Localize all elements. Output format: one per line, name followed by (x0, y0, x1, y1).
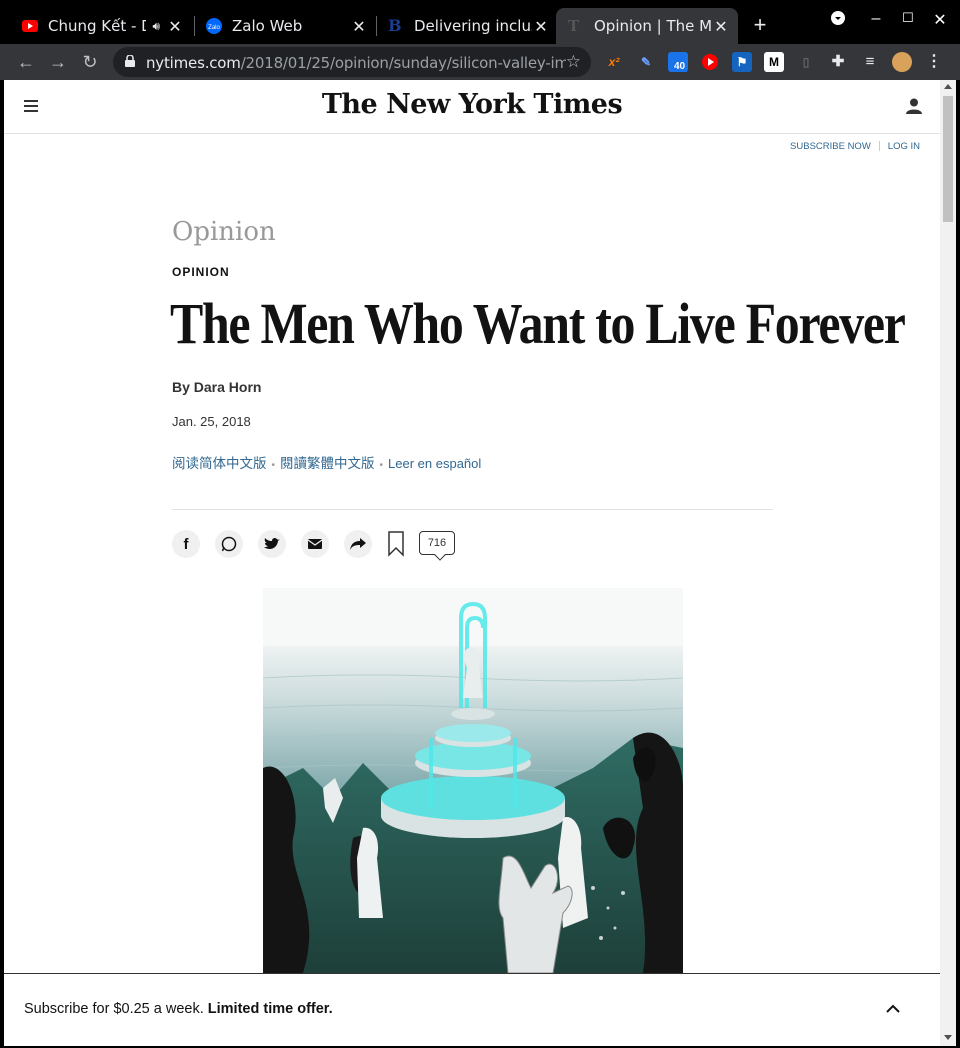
nyt-masthead-logo[interactable]: The New York Times (4, 89, 940, 120)
youtube-icon (22, 20, 38, 32)
extension-badge: 40 (672, 61, 688, 72)
email-share-button[interactable] (301, 530, 329, 558)
browser-toolbar: ← → ↻ nytimes.com/2018/01/25/opinion/sun… (0, 44, 960, 80)
puzzle-icon[interactable]: ✚ (828, 52, 848, 72)
back-button[interactable]: ← (14, 50, 38, 74)
twitter-share-button[interactable] (258, 530, 286, 558)
b-icon: B (388, 16, 402, 35)
nyt-icon: T (568, 17, 580, 35)
tab-strip: Chung Kết - D 🔊︎ ✕ Zalo Zalo Web ✕ B Del… (0, 0, 960, 44)
zalo-icon: Zalo (206, 18, 222, 34)
limited-offer-label: Limited time offer. (207, 1001, 333, 1017)
tab-nyt[interactable]: T Opinion | The Me ✕ (556, 8, 738, 44)
reload-button[interactable]: ↻ (78, 50, 102, 74)
bookmark-star-icon[interactable]: ☆ (566, 52, 581, 72)
maximize-button[interactable]: ☐ (896, 10, 920, 26)
forward-button[interactable]: → (46, 50, 70, 74)
flag-extension-icon[interactable]: ⚑ (732, 52, 752, 72)
superscript-extension-icon[interactable]: x² (604, 52, 624, 72)
close-tab-icon[interactable]: ✕ (712, 17, 730, 36)
tab-title: Chung Kết - D (48, 17, 147, 35)
url-text: nytimes.com/2018/01/25/opinion/sunday/si… (146, 54, 566, 72)
address-bar[interactable]: nytimes.com/2018/01/25/opinion/sunday/si… (113, 47, 591, 77)
share-arrow-icon (350, 538, 366, 550)
close-window-button[interactable]: ✕ (928, 10, 952, 30)
new-tab-button[interactable]: + (748, 12, 772, 40)
envelope-icon (308, 539, 322, 549)
media-control-icon[interactable]: ≡ (860, 52, 880, 72)
article-illustration[interactable] (263, 588, 683, 973)
spanish-link[interactable]: Leer en español (388, 456, 481, 471)
divider (172, 509, 773, 510)
tab-title: Delivering inclusi (414, 17, 532, 35)
scroll-up-arrow-icon[interactable] (944, 84, 952, 89)
comment-count: 716 (427, 537, 447, 549)
calendar-extension-icon[interactable]: 40 (668, 52, 688, 72)
subscribe-price: Subscribe for $0.25 a week. (24, 1001, 204, 1017)
article-headline: The Men Who Want to Live Forever (170, 291, 906, 356)
close-tab-icon[interactable]: ✕ (166, 17, 184, 36)
section-label[interactable]: OPINION (172, 265, 230, 279)
play-icon (702, 54, 718, 70)
speaker-icon[interactable]: 🔊︎ (152, 19, 160, 34)
profile-avatar[interactable] (892, 52, 912, 72)
subscribe-banner[interactable]: Subscribe for $0.25 a week. Limited time… (4, 973, 940, 1046)
tab-youtube[interactable]: Chung Kết - D 🔊︎ ✕ (0, 8, 192, 44)
bookmark-icon[interactable] (388, 531, 404, 557)
comments-button[interactable]: 716 (419, 531, 455, 561)
subscribe-now-link[interactable]: SUBSCRIBE NOW (790, 141, 871, 152)
webpage: The New York Times SUBSCRIBE NOW LOG IN O… (4, 80, 940, 1046)
more-share-button[interactable] (344, 530, 372, 558)
publish-date: Jan. 25, 2018 (172, 414, 251, 429)
bookmark-extension-icon[interactable]: ▯ (796, 52, 816, 72)
link-divider (878, 141, 880, 152)
svg-text:Zalo: Zalo (208, 25, 220, 31)
nyt-header: The New York Times (4, 80, 940, 134)
tab-zalo[interactable]: Zalo Zalo Web ✕ (184, 8, 376, 44)
browser-window: Chung Kết - D 🔊︎ ✕ Zalo Zalo Web ✕ B Del… (0, 0, 960, 1048)
facebook-icon: f (183, 535, 189, 553)
lock-icon (125, 55, 135, 67)
scroll-down-arrow-icon[interactable] (944, 1035, 952, 1040)
byline: By Dara Horn (172, 379, 262, 395)
whatsapp-icon (221, 536, 237, 552)
tab-title: Opinion | The Me (594, 17, 712, 35)
opinion-kicker[interactable]: Opinion (172, 217, 276, 247)
pen-extension-icon[interactable]: ✎ (636, 52, 656, 72)
close-tab-icon[interactable]: ✕ (532, 17, 550, 36)
dot-separator: • (379, 460, 384, 471)
translation-links: 阅读简体中文版 • 閱讀繁體中文版 • Leer en español (172, 452, 481, 472)
scrollbar-thumb[interactable] (943, 96, 953, 222)
page-scrollbar[interactable] (940, 80, 956, 1046)
minimize-button[interactable]: – (864, 10, 888, 28)
whatsapp-share-button[interactable] (215, 530, 243, 558)
tab-delivering[interactable]: B Delivering inclusi ✕ (366, 8, 558, 44)
chevron-down-icon (831, 11, 845, 25)
traditional-chinese-link[interactable]: 閱讀繁體中文版 (280, 456, 375, 471)
facebook-share-button[interactable]: f (172, 530, 200, 558)
youtube-extension-icon[interactable] (700, 52, 720, 72)
twitter-icon (264, 537, 280, 549)
simplified-chinese-link[interactable]: 阅读简体中文版 (172, 456, 267, 471)
log-in-link[interactable]: LOG IN (888, 141, 920, 152)
subscribe-offer-text: Subscribe for $0.25 a week. Limited time… (24, 1001, 333, 1017)
url-path: /2018/01/25/opinion/sunday/silicon-valle… (240, 54, 566, 72)
chevron-up-icon[interactable] (884, 1000, 902, 1018)
tab-title: Zalo Web (232, 17, 303, 35)
account-links: SUBSCRIBE NOW LOG IN (790, 141, 920, 152)
user-account-icon[interactable] (906, 98, 922, 114)
dot-separator: • (271, 460, 276, 471)
tab-search-button[interactable] (826, 10, 850, 31)
url-host: nytimes.com (146, 54, 241, 72)
menu-kebab-icon[interactable]: ⋮ (924, 52, 944, 72)
speech-tail (434, 549, 446, 561)
m-extension-icon[interactable]: M (764, 52, 784, 72)
